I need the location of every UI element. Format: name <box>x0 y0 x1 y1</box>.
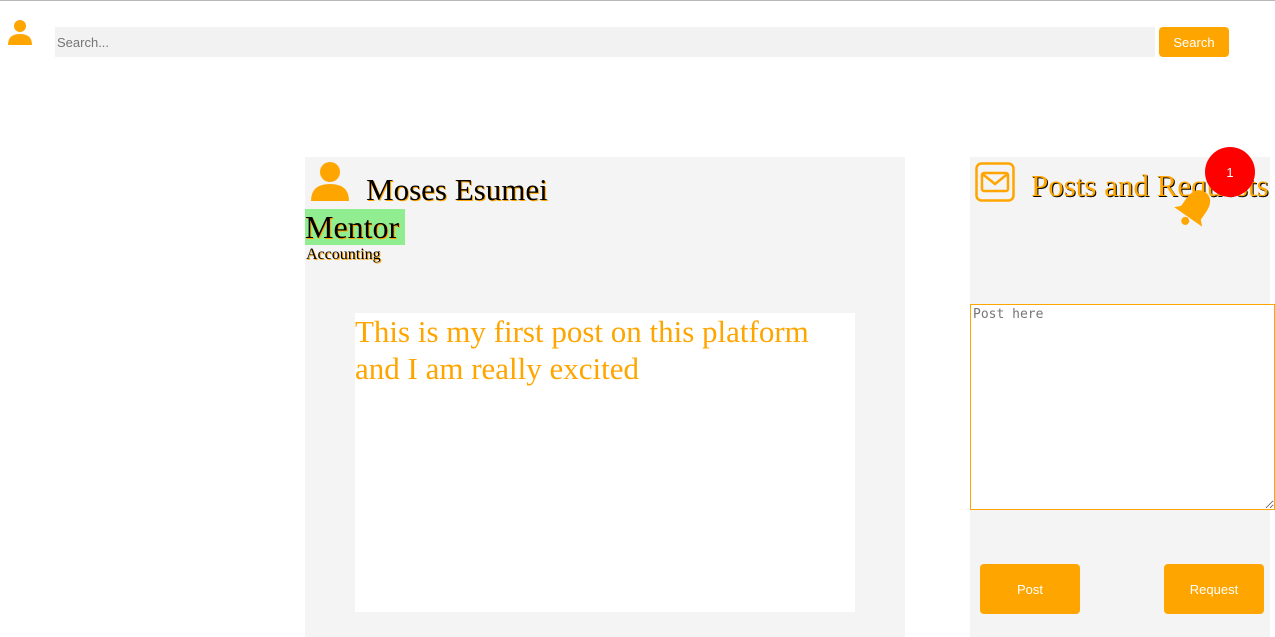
top-border <box>0 0 1275 1</box>
user-icon[interactable] <box>8 19 32 46</box>
posts-requests-panel: Posts and Requests 1 Post Request <box>970 147 1275 637</box>
profile-panel: Moses Esumei Mentor Accounting This is m… <box>305 157 905 637</box>
post-text: This is my first post on this platform a… <box>355 314 809 386</box>
user-icon <box>311 162 349 201</box>
bell-icon[interactable] <box>1173 185 1217 229</box>
role-badge: Mentor <box>305 209 406 245</box>
request-button[interactable]: Request <box>1164 564 1264 614</box>
search-button[interactable]: Search <box>1159 27 1229 57</box>
post-button[interactable]: Post <box>980 564 1080 614</box>
post-textarea[interactable] <box>970 304 1275 510</box>
search-input[interactable] <box>55 27 1155 57</box>
post-card: This is my first post on this platform a… <box>355 313 855 612</box>
notification-badge[interactable]: 1 <box>1205 147 1255 197</box>
department-label: Accounting <box>306 246 381 263</box>
profile-name: Moses Esumei <box>366 172 548 207</box>
envelope-icon[interactable] <box>975 162 1015 202</box>
